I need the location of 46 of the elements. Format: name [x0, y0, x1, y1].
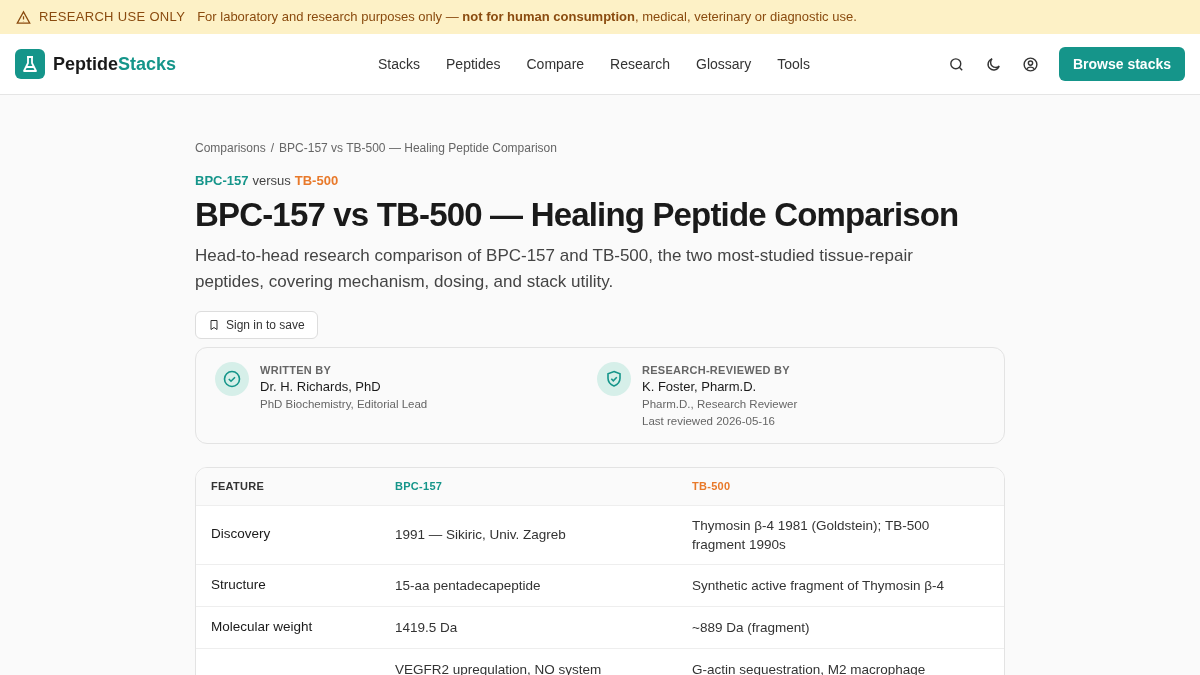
breadcrumb-separator: /	[270, 140, 275, 157]
nav-link[interactable]: Compare	[526, 53, 585, 75]
breadcrumb-item: BPC-157 vs TB-500 — Healing Peptide Comparison	[279, 140, 557, 157]
author-role: WRITTEN BY	[260, 362, 333, 378]
banner-text: For laboratory and research purposes only — not for human consumption, medical, veterinary or diagnostic use.	[197, 8, 857, 27]
page-title: BPC-157 vs TB-500 — Healing Peptide Comparison	[195, 194, 960, 235]
author-detail: PhD Biochemistry, Editorial Lead	[260, 396, 428, 412]
column-header: FEATURE	[211, 478, 266, 494]
warning-icon	[16, 9, 31, 25]
nav-link[interactable]: Tools	[777, 53, 810, 75]
author-detail: Last reviewed 2026-05-16	[642, 413, 776, 429]
eyebrow-peptide: TB-500	[294, 172, 339, 190]
column-header: BPC-157	[395, 478, 444, 494]
page-subtitle: Head-to-head research comparison of BPC-157 and TB-500, the two most-studied tissue-repair peptides, covering mechanism, dosing, and stack utility.	[195, 244, 914, 293]
table-cell-text: ~889 Da (fragment)	[692, 618, 811, 637]
moon-icon[interactable]	[984, 55, 1002, 73]
bookmark-icon	[208, 318, 220, 331]
browse-stacks-button[interactable]: Browse stacks	[1058, 47, 1185, 81]
search-icon[interactable]	[947, 55, 965, 73]
nav-link[interactable]: Research	[610, 53, 670, 75]
table-cell-text: 1419.5 Da	[395, 618, 459, 637]
nav-link[interactable]: Glossary	[696, 53, 752, 75]
table-cell-text: Thymosin β-4 1981 (Goldstein); TB-500 fragment 1990s	[692, 516, 931, 554]
sign-in-to-save-button[interactable]: Sign in to save	[195, 310, 318, 339]
table-cell-text: 15-aa pentadecapeptide	[395, 576, 542, 595]
nav-link[interactable]: Stacks	[378, 53, 420, 75]
author-detail: Pharm.D., Research Reviewer	[642, 396, 798, 412]
feature-cell-text: Molecular weight	[211, 617, 314, 636]
shield-check-icon	[597, 361, 631, 396]
feature-cell-text: Structure	[211, 575, 267, 594]
table-cell-text: Synthetic active fragment of Thymosin β-4	[692, 576, 946, 595]
author-name: Dr. H. Richards, PhD	[260, 377, 382, 396]
breadcrumb-item[interactable]: Comparisons	[195, 139, 266, 157]
nav-link[interactable]: Peptides	[446, 53, 501, 75]
author-role: RESEARCH-REVIEWED BY	[642, 362, 791, 378]
flask-logo-icon[interactable]	[15, 49, 45, 79]
table-cell-text: 1991 — Sikiric, Univ. Zagreb	[395, 526, 567, 544]
eyebrow-versus: versus	[252, 172, 291, 190]
site-logo[interactable]: PeptideStacks	[53, 50, 177, 78]
check-circle-icon	[215, 361, 249, 396]
column-header: TB-500	[692, 478, 732, 494]
user-icon[interactable]	[1021, 55, 1039, 73]
author-name: K. Foster, Pharm.D.	[642, 377, 758, 396]
eyebrow-peptide: BPC-157	[195, 172, 249, 190]
feature-cell-text: Discovery	[211, 525, 272, 544]
banner-label: RESEARCH USE ONLY	[39, 8, 186, 27]
